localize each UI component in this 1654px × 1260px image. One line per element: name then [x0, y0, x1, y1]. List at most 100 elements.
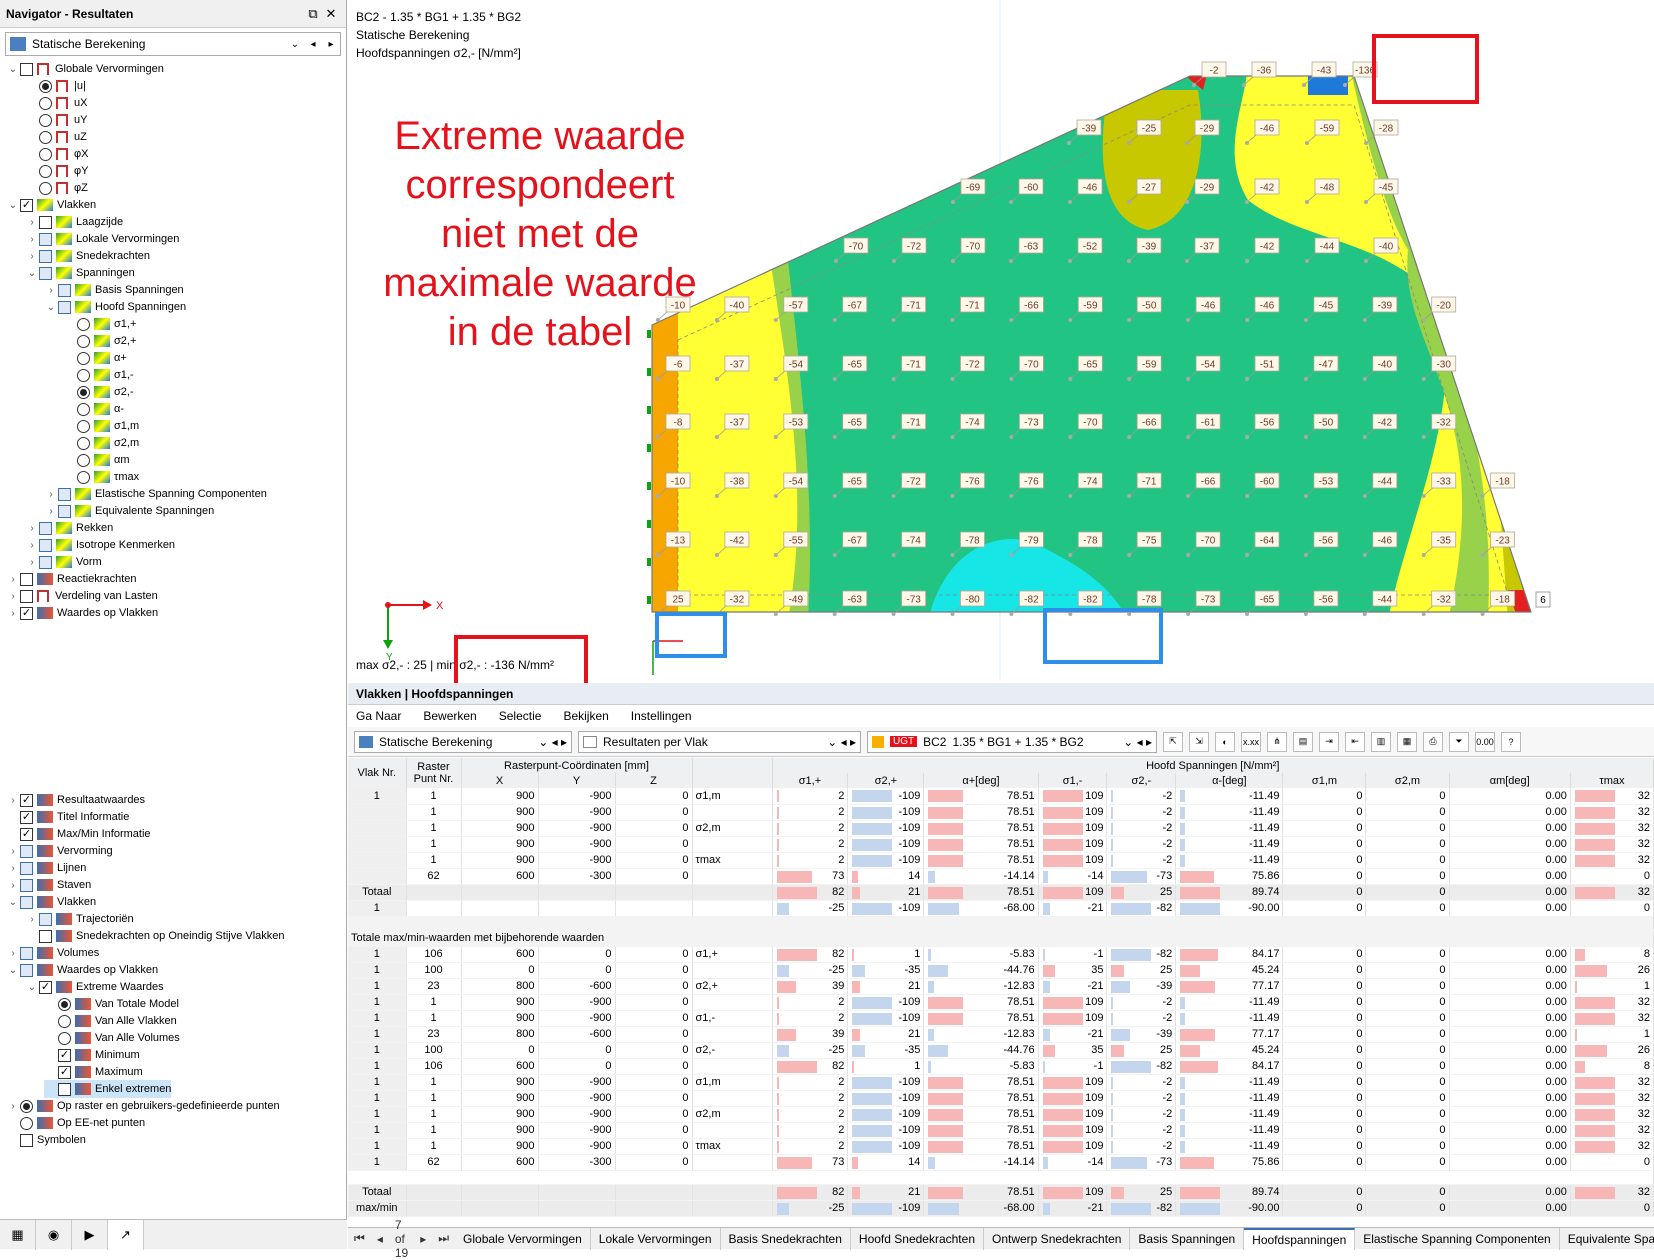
tree-item[interactable]: Van Alle Volumes [44, 1029, 180, 1047]
tree-item[interactable]: α+ [63, 349, 127, 367]
table-row[interactable]: 62 600 -300 0 73 14 -14.14 -14 -73 75.86 0 0 0.00 0 [348, 868, 1654, 885]
expand-icon[interactable]: › [25, 557, 39, 568]
prev-icon[interactable]: ◂ [304, 39, 322, 50]
radio-button[interactable] [77, 385, 90, 399]
tree-item[interactable]: › Basis Spanningen [44, 281, 184, 299]
checkbox[interactable] [39, 929, 52, 943]
tree-item[interactable]: › Isotrope Kenmerken [25, 536, 175, 554]
tree-item[interactable]: ⌄ Hoofd Spanningen [44, 298, 186, 316]
tree-item[interactable]: › Lokale Vervormingen [25, 230, 179, 248]
table-row[interactable]: Totaal 82 21 78.51 109 25 89.74 0 0 0.00 32 [348, 884, 1654, 901]
expand-icon[interactable]: › [25, 217, 39, 228]
tree-item[interactable]: › Rekken [25, 519, 113, 537]
checkbox[interactable] [39, 521, 52, 535]
table-row[interactable]: 1 1 900 -900 0 2 -109 78.51 109 -2 -11.49 0 0 0.00 32 [348, 994, 1654, 1011]
tree-item[interactable]: α- [63, 400, 124, 418]
tree-item[interactable]: › Trajectoriën [25, 910, 134, 928]
checkbox[interactable] [39, 249, 52, 263]
first-page-icon[interactable]: ⏮ [348, 1231, 371, 1246]
table-tab[interactable]: Elastische Spanning Componenten [1355, 1227, 1560, 1250]
tree-item[interactable]: ⌄ Extreme Waardes [25, 978, 164, 996]
tree-item[interactable]: › Vervorming [6, 842, 113, 860]
checkbox[interactable] [39, 215, 52, 229]
tree-item[interactable]: φX [25, 145, 88, 163]
table-row[interactable]: 1 1 900 -900 0 2 -109 78.51 109 -2 -11.49 0 0 0.00 32 [348, 1122, 1654, 1139]
checkbox[interactable] [58, 487, 71, 501]
tree-item[interactable]: › Reactiekrachten [6, 570, 137, 588]
table-tab[interactable]: Basis Snedekrachten [721, 1227, 851, 1250]
tree-icon[interactable]: ⋔ [1267, 731, 1287, 752]
radio-button[interactable] [39, 164, 52, 178]
tree-item[interactable]: σ1,- [63, 366, 134, 384]
menu-item[interactable]: Bekijken [563, 709, 608, 723]
radio-button[interactable] [39, 79, 52, 93]
expand-icon[interactable]: › [25, 234, 39, 245]
tree-item[interactable]: Enkel extremen [44, 1080, 172, 1098]
menu-item[interactable]: Bewerken [423, 709, 476, 723]
tree-item[interactable]: ⌄ Globale Vervormingen [6, 60, 164, 78]
collapse-icon[interactable]: ⌄ [6, 200, 20, 211]
collapse-icon[interactable]: ⌄ [44, 302, 58, 313]
tree-item[interactable]: τmax [63, 468, 139, 486]
menu-item[interactable]: Instellingen [631, 709, 692, 723]
checkbox[interactable] [20, 861, 33, 875]
tree-item[interactable]: ⌄ Waardes op Vlakken [6, 961, 158, 979]
expand-icon[interactable]: › [6, 795, 20, 806]
collapse-icon[interactable]: ⌄ [6, 64, 20, 75]
tree-item[interactable]: Symbolen [6, 1131, 86, 1149]
tree-item[interactable]: φZ [25, 179, 88, 197]
tree-item[interactable]: Maximum [44, 1063, 143, 1081]
table-tab[interactable]: Hoofd Snedekrachten [851, 1227, 984, 1250]
table-row[interactable]: 1 900 -900 0 σ2,m 2 -109 78.51 109 -2 -11.49 0 0 0.00… [348, 820, 1654, 837]
display-tab-icon[interactable]: ◉ [36, 1220, 72, 1250]
checkbox[interactable] [20, 946, 33, 960]
table-row[interactable]: 1 100 0 0 0 σ2,- -25 -35 -44.76 35 25 45.24 0 0 0.00 26 [348, 1042, 1654, 1059]
expand-icon[interactable]: › [44, 489, 58, 500]
checkbox[interactable] [39, 538, 52, 552]
tree-item[interactable]: Titel Informatie [6, 808, 129, 826]
radio-button[interactable] [39, 147, 52, 161]
tree-item[interactable]: σ1,+ [63, 315, 136, 333]
table-row[interactable]: 1 106 600 0 0 82 1 -5.83 -1 -82 84.17 0 0 0.00 8 [348, 1058, 1654, 1075]
expand-icon[interactable]: › [25, 523, 39, 534]
tree-item[interactable]: Max/Min Informatie [6, 825, 151, 843]
tree-item[interactable]: ⌄ Spanningen [25, 264, 135, 282]
table-row[interactable]: max/min -25 -109 -68.00 -21 -82 -90.00 0 0 0.00 0 [348, 1200, 1654, 1217]
table-tab[interactable]: Ontwerp Snedekrachten [984, 1227, 1131, 1250]
chevron-down-icon[interactable]: ⌄ ◂ ▸ [538, 735, 567, 749]
tree-item[interactable]: Snedekrachten op Oneindig Stijve Vlakken [25, 927, 285, 945]
radio-button[interactable] [77, 419, 90, 433]
tree-item[interactable]: › Elastische Spanning Componenten [44, 485, 267, 503]
expand-icon[interactable]: › [6, 591, 20, 602]
navigator-combo[interactable]: Statische Berekening ⌄ ◂ ▸ [5, 32, 341, 56]
filter-icon[interactable]: ⏷ [1449, 731, 1469, 752]
checkbox[interactable] [20, 793, 33, 807]
expand-icon[interactable]: › [6, 863, 20, 874]
checkbox[interactable] [39, 266, 52, 280]
collapse-icon[interactable]: ⌄ [25, 268, 39, 279]
tree-item[interactable]: Minimum [44, 1046, 140, 1064]
analysis-combo[interactable]: Statische Berekening ⌄ ◂ ▸ [354, 730, 572, 753]
expand-icon[interactable]: › [6, 846, 20, 857]
radio-button[interactable] [58, 1014, 71, 1028]
collapse-icon[interactable]: ⌄ [6, 897, 20, 908]
radio-button[interactable] [77, 453, 90, 467]
table-tab[interactable]: Hoofdspanningen [1244, 1227, 1356, 1250]
next-page-icon[interactable]: ▸ [414, 1232, 432, 1246]
close-icon[interactable]: ✕ [322, 6, 340, 22]
tree-item[interactable]: αm [63, 451, 130, 469]
menu-item[interactable]: Selectie [499, 709, 542, 723]
print-icon[interactable]: ⎙ [1423, 731, 1443, 752]
tree-item[interactable]: φY [25, 162, 88, 180]
tree-item[interactable]: σ1,m [63, 417, 139, 435]
results-mode-combo[interactable]: Resultaten per Vlak ⌄ ◂ ▸ [578, 730, 861, 753]
chevron-down-icon[interactable]: ⌄ [286, 39, 304, 50]
checkbox[interactable] [58, 504, 71, 518]
tree-item[interactable]: σ2,m [63, 434, 139, 452]
checkbox[interactable] [20, 810, 33, 824]
checkbox[interactable] [20, 589, 33, 603]
data-tab-icon[interactable]: ▦ [0, 1220, 36, 1250]
tree-item[interactable]: ⌄ Vlakken [6, 893, 96, 911]
table-row[interactable]: 1 900 -900 0 τmax 2 -109 78.51 109 -2 -11.49 0 0 0.00… [348, 852, 1654, 869]
values-icon[interactable]: x.xx [1241, 731, 1261, 752]
